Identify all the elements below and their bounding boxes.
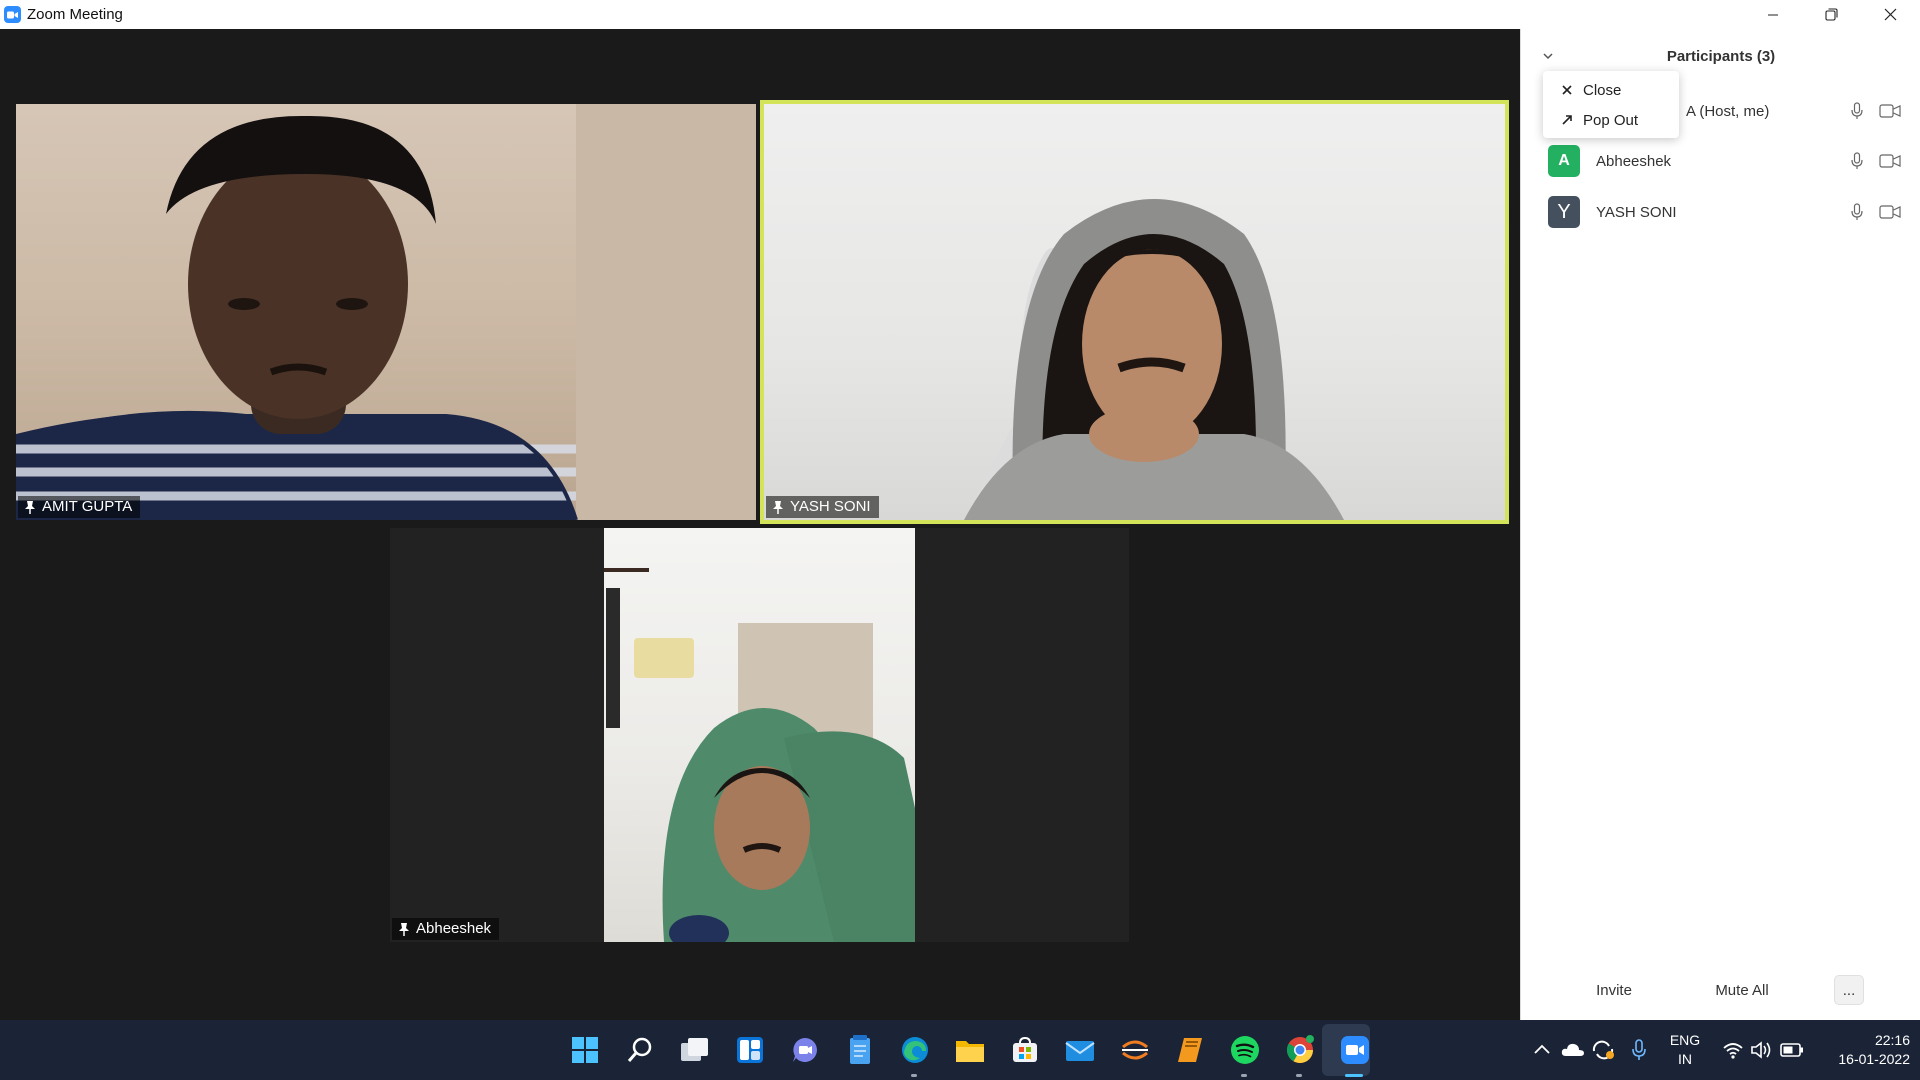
close-window-button[interactable] <box>1861 0 1920 29</box>
notepad-button[interactable] <box>832 1020 887 1080</box>
widgets-button[interactable] <box>722 1020 777 1080</box>
clock-date: 16-01-2022 <box>1838 1051 1910 1067</box>
participant-video-feed <box>604 528 915 942</box>
store-button[interactable] <box>997 1020 1052 1080</box>
more-options-button[interactable]: ... <box>1834 975 1864 1005</box>
zoom-taskbar-button[interactable] <box>1327 1020 1382 1080</box>
search-button[interactable] <box>612 1020 667 1080</box>
volume-icon <box>1751 1041 1771 1059</box>
pin-icon <box>25 500 35 514</box>
mute-all-button[interactable]: Mute All <box>1693 975 1791 1005</box>
participant-row-abheeshek[interactable]: A Abheeshek <box>1521 136 1920 186</box>
mic-icon[interactable] <box>1851 203 1863 221</box>
participant-video-feed <box>16 104 756 520</box>
mic-icon[interactable] <box>1851 102 1863 120</box>
teams-chat-icon <box>792 1038 817 1062</box>
video-icon[interactable] <box>1879 154 1901 168</box>
participant-name: Abheeshek <box>1596 152 1672 170</box>
teams-chat-button[interactable] <box>777 1020 832 1080</box>
participant-video-feed <box>964 199 1344 520</box>
restore-button[interactable] <box>1802 0 1861 29</box>
file-explorer-button[interactable] <box>942 1020 997 1080</box>
pop-out-icon <box>1562 115 1572 125</box>
meeting-gallery: AMIT GUPTA YASH SONI Abheeshek <box>0 29 1520 1020</box>
panel-context-menu: Close Pop Out <box>1543 71 1679 138</box>
participant-name-tag: AMIT GUPTA <box>18 496 141 518</box>
clock-time: 22:16 <box>1874 1032 1910 1048</box>
pin-icon <box>399 922 409 936</box>
task-view-button[interactable] <box>667 1020 722 1080</box>
books-icon <box>1177 1038 1202 1062</box>
edge-icon <box>901 1037 928 1063</box>
sync-icon[interactable] <box>1590 1039 1616 1061</box>
zoom-icon <box>1340 1036 1369 1064</box>
avatar: Y <box>1548 196 1580 228</box>
video-tile-amit[interactable]: AMIT GUPTA <box>16 104 756 520</box>
widgets-icon <box>736 1037 763 1063</box>
participant-row-yash[interactable]: Y YASH SONI <box>1521 187 1920 237</box>
start-button[interactable] <box>557 1020 612 1080</box>
onedrive-icon[interactable] <box>1560 1040 1586 1060</box>
minimize-button[interactable] <box>1743 0 1802 29</box>
close-icon <box>1562 85 1572 95</box>
search-icon <box>627 1037 651 1062</box>
language-indicator[interactable]: ENG IN <box>1660 1031 1710 1069</box>
battery-icon <box>1780 1043 1803 1057</box>
participant-name: A (Host, me) <box>1686 102 1770 120</box>
participant-name: AMIT GUPTA <box>42 498 133 515</box>
mail-button[interactable] <box>1052 1020 1107 1080</box>
participant-name: YASH SONI <box>790 498 871 515</box>
system-tray <box>1530 1020 1648 1080</box>
mic-icon[interactable] <box>1851 152 1863 170</box>
task-view-icon <box>680 1038 708 1061</box>
close-icon <box>1884 8 1897 21</box>
windows-taskbar: ENG IN 22:16 16-01-2022 <box>0 1020 1920 1080</box>
video-tile-yash-active-speaker[interactable]: YASH SONI <box>760 100 1509 524</box>
menu-item-label: Pop Out <box>1583 111 1639 129</box>
participant-name-tag: Abheeshek <box>392 918 500 940</box>
microphone-in-use-icon[interactable] <box>1630 1039 1648 1061</box>
wifi-icon <box>1723 1043 1743 1059</box>
quick-settings[interactable] <box>1722 1020 1804 1080</box>
file-explorer-icon <box>955 1041 984 1062</box>
participant-name: YASH SONI <box>1596 203 1677 221</box>
region-code: IN <box>1678 1051 1692 1067</box>
spotify-icon <box>1230 1036 1259 1064</box>
zoom-app-icon <box>4 6 21 23</box>
avatar: A <box>1548 145 1580 177</box>
panel-title: Participants (3) <box>1666 48 1776 65</box>
windows-start-icon <box>571 1037 598 1063</box>
language-code: ENG <box>1669 1032 1701 1048</box>
chrome-icon <box>1286 1035 1314 1064</box>
spotify-button[interactable] <box>1217 1020 1272 1080</box>
title-bar: Zoom Meeting <box>0 0 1920 29</box>
orange-app-button[interactable] <box>1107 1020 1162 1080</box>
menu-item-label: Close <box>1583 81 1622 99</box>
books-button[interactable] <box>1162 1020 1217 1080</box>
clock[interactable]: 22:16 16-01-2022 <box>1810 1031 1910 1069</box>
video-tile-abheeshek[interactable]: Abheeshek <box>390 528 1129 942</box>
participant-name-tag: YASH SONI <box>766 496 879 518</box>
mail-icon <box>1064 1041 1095 1061</box>
chrome-button[interactable] <box>1272 1020 1327 1080</box>
edge-button[interactable] <box>887 1020 942 1080</box>
window-title: Zoom Meeting <box>27 6 123 23</box>
panel-footer: Invite Mute All ... <box>1521 960 1920 1020</box>
participants-panel: Participants (3) A (Host, me) A Abheeshe… <box>1520 29 1920 1020</box>
show-hidden-icons-chevron-up-icon[interactable] <box>1530 1040 1554 1060</box>
participant-name: Abheeshek <box>416 920 492 937</box>
invite-button[interactable]: Invite <box>1578 975 1650 1005</box>
menu-item-pop-out[interactable]: Pop Out <box>1543 106 1679 134</box>
store-icon <box>1012 1036 1037 1062</box>
restore-icon <box>1825 8 1838 21</box>
pin-icon <box>773 500 783 514</box>
app-orange-icon <box>1121 1040 1148 1060</box>
menu-item-close[interactable]: Close <box>1543 76 1679 104</box>
video-icon[interactable] <box>1879 104 1901 118</box>
minimize-icon <box>1767 14 1778 15</box>
video-icon[interactable] <box>1879 205 1901 219</box>
notepad-icon <box>849 1035 870 1064</box>
